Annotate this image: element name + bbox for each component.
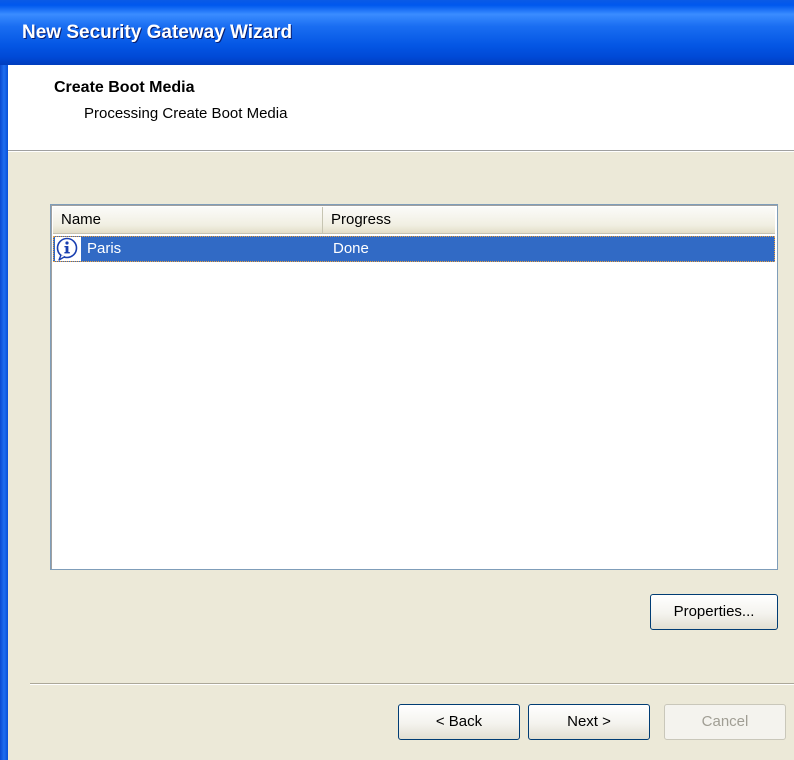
info-icon [55,237,81,261]
header-divider [8,151,794,152]
footer-separator [30,683,794,685]
row-progress-cell: Done [333,240,369,257]
page-title: Create Boot Media [54,79,195,96]
list-row[interactable]: Paris Done [53,236,775,262]
list-header: Name Progress [53,207,775,234]
row-name-cell: Paris [87,240,122,257]
window-frame-left [0,65,8,760]
cancel-button[interactable]: Cancel [664,704,786,740]
properties-button[interactable]: Properties... [650,594,778,630]
column-header-name[interactable]: Name [53,207,323,233]
page-subtitle: Processing Create Boot Media [84,105,288,122]
next-button[interactable]: Next > [528,704,650,740]
wizard-header: Create Boot Media Processing Create Boot… [8,65,794,151]
column-header-progress[interactable]: Progress [323,207,775,233]
progress-list[interactable]: Name Progress Paris Done [50,204,778,570]
window-title: New Security Gateway Wizard [22,22,293,43]
back-button[interactable]: < Back [398,704,520,740]
title-bar[interactable]: New Security Gateway Wizard [0,0,794,65]
